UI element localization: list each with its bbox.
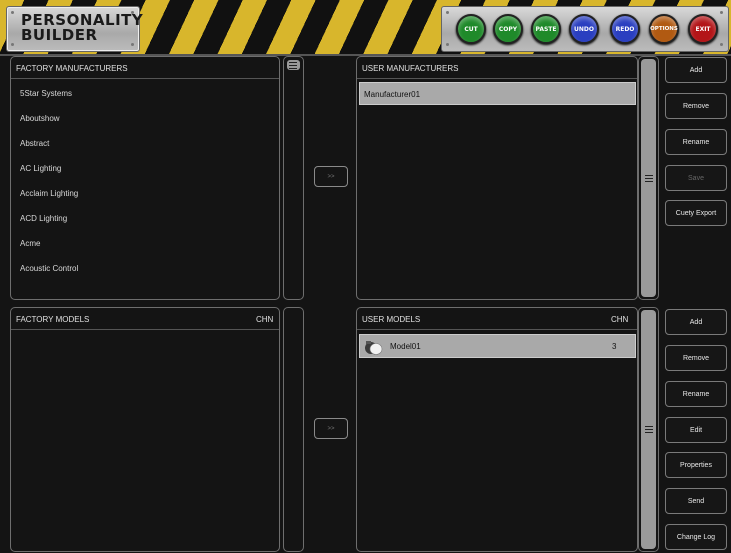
divider	[357, 329, 637, 330]
cut-button[interactable]: CUT	[456, 14, 486, 44]
rivet-icon	[11, 11, 14, 14]
list-item[interactable]: AC Lighting	[20, 164, 61, 173]
list-item[interactable]: Acoustic Control	[20, 264, 78, 273]
scroll-thumb[interactable]	[641, 310, 656, 549]
grip-icon	[289, 62, 297, 69]
rivet-icon	[11, 43, 14, 46]
grip-icon	[645, 175, 653, 182]
list-item[interactable]: Aboutshow	[20, 114, 60, 123]
user-models-scrollbar[interactable]	[638, 307, 659, 552]
model-name: Model01	[390, 342, 421, 351]
rivet-icon	[446, 11, 449, 14]
rivet-icon	[131, 43, 134, 46]
app-title: PERSONALITY BUILDER	[21, 11, 144, 44]
options-button[interactable]: OPTIONS	[649, 14, 679, 44]
list-item[interactable]: Acclaim Lighting	[20, 189, 78, 198]
chn-header: CHN	[256, 315, 274, 324]
copy-button[interactable]: COPY	[493, 14, 523, 44]
transfer-model-button[interactable]: >>	[314, 418, 348, 439]
list-item-selected[interactable]: Manufacturer01	[359, 82, 636, 105]
list-item[interactable]: 5Star Systems	[20, 89, 72, 98]
scroll-thumb[interactable]	[287, 60, 300, 70]
remove-model-button[interactable]: Remove	[665, 345, 727, 371]
save-manufacturer-button[interactable]: Save	[665, 165, 727, 191]
list-item[interactable]: ACD Lighting	[20, 214, 67, 223]
fixture-icon	[365, 341, 383, 355]
rivet-icon	[446, 43, 449, 46]
factory-models-panel: FACTORY MODELS CHN	[10, 307, 280, 552]
user-manufacturers-scrollbar[interactable]	[638, 56, 659, 300]
user-manufacturers-title: USER MANUFACTURERS	[362, 64, 459, 73]
user-models-title: USER MODELS	[362, 315, 421, 324]
table-row-selected[interactable]: Model01 3	[359, 334, 636, 358]
chn-header: CHN	[611, 315, 629, 324]
exit-button[interactable]: EXIT	[688, 14, 718, 44]
factory-manufacturers-panel: FACTORY MANUFACTURERS 5Star Systems Abou…	[10, 56, 280, 300]
rivet-icon	[720, 11, 723, 14]
rivet-icon	[720, 43, 723, 46]
change-log-button[interactable]: Change Log	[665, 524, 727, 550]
factory-manufacturers-title: FACTORY MANUFACTURERS	[16, 64, 128, 73]
model-chn: 3	[612, 342, 617, 351]
grip-icon	[645, 426, 653, 433]
factory-models-scrollbar[interactable]	[283, 307, 304, 552]
personality-builder-app: PERSONALITY BUILDER CUT COPY PASTE UNDO …	[0, 0, 731, 553]
properties-button[interactable]: Properties	[665, 452, 727, 478]
list-item[interactable]: Abstract	[20, 139, 49, 148]
app-logo: PERSONALITY BUILDER	[6, 6, 144, 52]
divider	[11, 329, 279, 330]
remove-manufacturer-button[interactable]: Remove	[665, 93, 727, 119]
user-models-panel: USER MODELS CHN Model01 3	[356, 307, 638, 552]
send-button[interactable]: Send	[665, 488, 727, 514]
rename-model-button[interactable]: Rename	[665, 381, 727, 407]
undo-button[interactable]: UNDO	[569, 14, 599, 44]
factory-models-title: FACTORY MODELS	[16, 315, 90, 324]
redo-button[interactable]: REDO	[610, 14, 640, 44]
divider	[11, 78, 279, 79]
rename-manufacturer-button[interactable]: Rename	[665, 129, 727, 155]
user-manufacturers-panel: USER MANUFACTURERS Manufacturer01	[356, 56, 638, 300]
scroll-thumb[interactable]	[641, 59, 656, 297]
list-item[interactable]: Acme	[20, 239, 40, 248]
factory-manufacturers-scrollbar[interactable]	[283, 56, 304, 300]
add-model-button[interactable]: Add	[665, 309, 727, 335]
cuety-export-button[interactable]: Cuety Export	[665, 200, 727, 226]
list-item-label: Manufacturer01	[364, 90, 421, 99]
paste-button[interactable]: PASTE	[531, 14, 561, 44]
header-bar: PERSONALITY BUILDER CUT COPY PASTE UNDO …	[0, 0, 731, 56]
add-manufacturer-button[interactable]: Add	[665, 57, 727, 83]
transfer-manufacturer-button[interactable]: >>	[314, 166, 348, 187]
divider	[357, 78, 637, 79]
edit-model-button[interactable]: Edit	[665, 417, 727, 443]
